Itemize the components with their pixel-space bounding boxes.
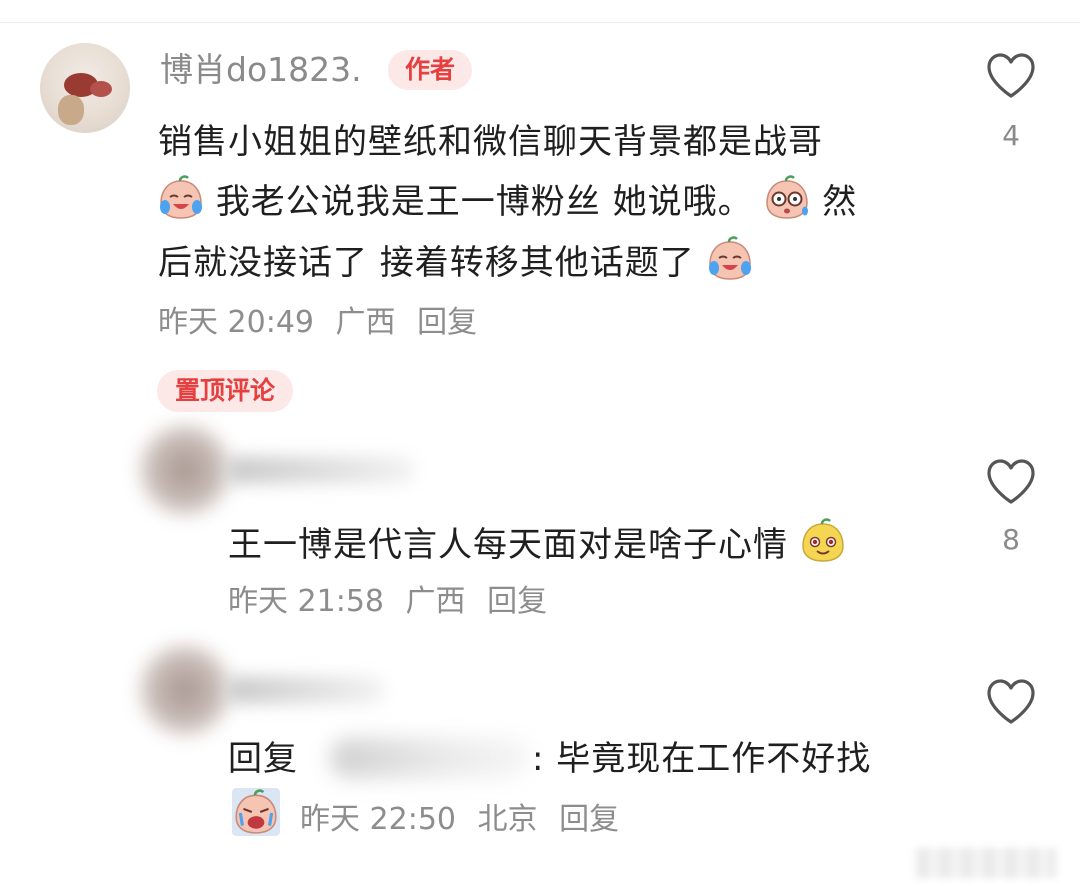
reply-avatar[interactable] <box>140 425 230 515</box>
reply-location: 北京 <box>477 802 538 837</box>
like-button[interactable] <box>981 458 1041 510</box>
wailing-emoji-icon <box>232 788 280 840</box>
reply-meta: 昨天 21:58 广西 回复 <box>228 582 559 622</box>
reply-text: : 毕竟现在工作不好找 <box>532 739 872 779</box>
reply-button[interactable]: 回复 <box>417 305 477 340</box>
top-divider <box>0 22 1080 23</box>
crying-laugh-emoji-icon <box>708 236 751 280</box>
comment-text-line-3: 后就没接话了 接着转移其他话题了 <box>158 236 753 290</box>
author-avatar[interactable] <box>40 43 130 133</box>
like-count: 4 <box>1002 119 1020 152</box>
shocked-glasses-emoji-icon <box>766 175 809 219</box>
username[interactable]: 博肖do1823. <box>160 48 362 92</box>
heart-outline-icon <box>987 459 1035 504</box>
pinned-badge: 置顶评论 <box>157 370 294 412</box>
comment-text-line-1: 销售小姐姐的壁纸和微信聊天背景都是战哥 <box>158 122 823 162</box>
reply-prefix: 回复 <box>228 739 298 779</box>
like-count: 8 <box>1002 523 1020 556</box>
comment-location: 广西 <box>335 305 396 340</box>
reply-time: 昨天 21:58 <box>228 584 384 619</box>
reply-text-content: 王一博是代言人每天面对是啥子心情 <box>228 525 788 565</box>
reply-time: 昨天 22:50 <box>300 802 456 837</box>
comment-text-line-3-text: 后就没接话了 接着转移其他话题了 <box>158 243 695 283</box>
comment-time: 昨天 20:49 <box>158 305 314 340</box>
heart-outline-icon <box>987 679 1035 724</box>
heart-outline-icon <box>987 53 1035 98</box>
mentioned-user-blurred[interactable] <box>330 738 530 778</box>
reply-location: 广西 <box>405 584 466 619</box>
watermark <box>916 848 1056 878</box>
author-badge: 作者 <box>388 50 473 90</box>
reply-avatar[interactable] <box>140 645 230 735</box>
reply-username-blurred[interactable] <box>225 456 415 484</box>
comment-meta: 昨天 20:49 广西 回复 <box>158 303 489 343</box>
reply-button[interactable]: 回复 <box>487 584 547 619</box>
reply-username-blurred[interactable] <box>225 676 385 704</box>
comment-text-line-2: 我老公说我是王一博粉丝 她说哦。 然 <box>158 175 857 229</box>
like-button[interactable] <box>981 678 1041 730</box>
reply-text: 王一博是代言人每天面对是啥子心情 <box>228 518 846 572</box>
comment-text-line-2b: 然 <box>822 182 858 222</box>
yellow-smirk-emoji-icon <box>802 518 844 562</box>
crying-laugh-emoji-icon <box>160 175 202 219</box>
comment-text-line-2a: 我老公说我是王一博粉丝 她说哦。 <box>215 182 753 222</box>
reply-meta: 昨天 22:50 北京 回复 <box>300 800 631 840</box>
like-button[interactable] <box>981 52 1041 104</box>
reply-button[interactable]: 回复 <box>559 802 619 837</box>
